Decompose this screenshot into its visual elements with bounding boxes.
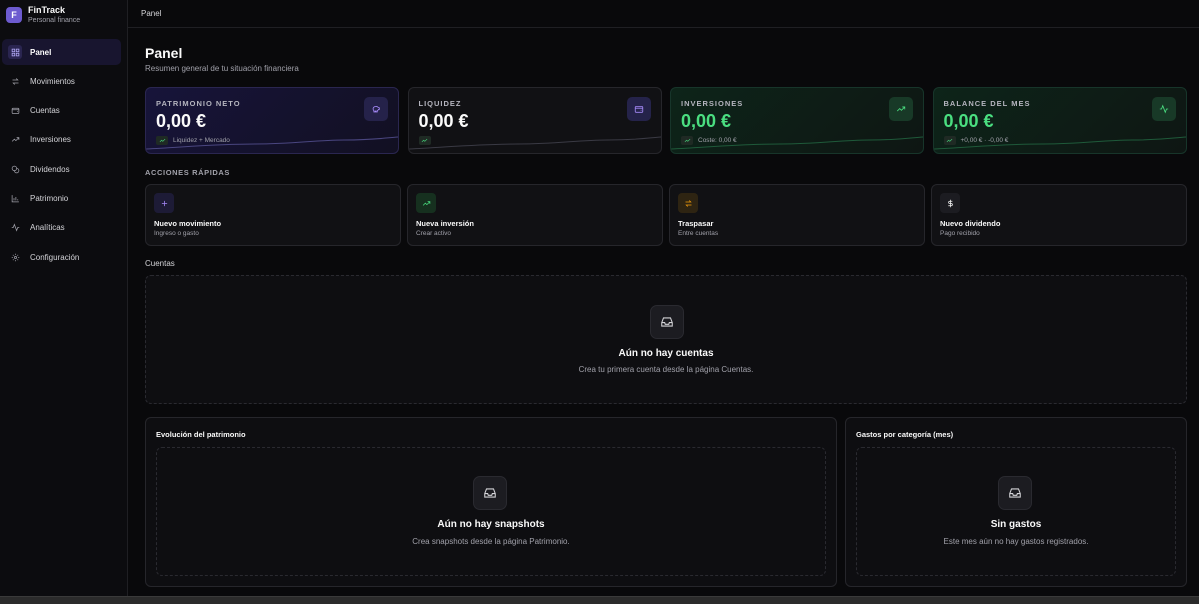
sidebar-item-movimientos[interactable]: Movimientos	[2, 68, 121, 94]
inbox-icon	[650, 305, 684, 339]
sidebar-item-patrimonio[interactable]: Patrimonio	[2, 185, 121, 211]
sparkline	[146, 136, 398, 150]
expenses-panel: Gastos por categoría (mes) Sin gastos Es…	[845, 417, 1187, 587]
brand-name: FinTrack	[28, 5, 66, 15]
sidebar-item-label: Inversiones	[30, 135, 71, 145]
empty-subtitle: Este mes aún no hay gastos registrados.	[943, 537, 1089, 546]
piggy-bank-icon	[364, 97, 388, 121]
quick-action-nuevo-dividendo[interactable]: Nuevo dividendo Pago recibido	[931, 184, 1187, 246]
activity-icon	[1151, 97, 1176, 121]
sidebar-item-label: Configuración	[30, 252, 80, 262]
sparkline	[933, 136, 1186, 150]
trending-up-icon	[10, 135, 20, 145]
quick-action-nueva-inversion[interactable]: Nueva inversión Crear activo	[407, 184, 663, 246]
stat-label: PATRIMONIO NETO	[156, 99, 241, 108]
stat-card-balance-del-mes[interactable]: BALANCE DEL MES 0,00 € +0,00 € · -0,00 €	[932, 87, 1187, 154]
quick-action-traspasar[interactable]: Traspasar Entre cuentas	[669, 184, 925, 246]
net-worth-panel: Evolución del patrimonio Aún no hay snap…	[145, 417, 837, 587]
sidebar-item-label: Analíticas	[30, 223, 65, 233]
empty-title: Aún no hay snapshots	[437, 519, 545, 530]
page-title: Panel	[145, 45, 183, 61]
stat-card-inversiones[interactable]: INVERSIONES 0,00 € Coste: 0,00 €	[670, 87, 924, 154]
accounts-heading: Cuentas	[145, 259, 175, 268]
brand-logo: F	[6, 7, 22, 23]
grid-icon	[8, 45, 22, 59]
breadcrumb: Panel	[141, 9, 162, 18]
expenses-empty-state: Sin gastos Este mes aún no hay gastos re…	[856, 447, 1176, 576]
dollar-icon	[940, 193, 960, 213]
page-subtitle: Resumen general de tu situación financie…	[145, 64, 299, 73]
quick-action-nuevo-movimiento[interactable]: Nuevo movimiento Ingreso o gasto	[145, 184, 401, 246]
activity-icon	[10, 223, 20, 233]
quick-action-subtitle: Ingreso o gasto	[154, 230, 199, 237]
quick-action-title: Nueva inversión	[416, 219, 474, 228]
quick-actions: Nuevo movimiento Ingreso o gasto Nueva i…	[145, 184, 1187, 246]
stat-label: INVERSIONES	[681, 99, 744, 108]
quick-action-title: Traspasar	[678, 219, 714, 228]
wallet-icon	[10, 106, 20, 116]
brand-subtitle: Personal finance	[28, 17, 81, 24]
stat-card-liquidez[interactable]: LIQUIDEZ 0,00 €	[407, 87, 662, 154]
inbox-icon	[998, 476, 1032, 510]
sidebar-item-label: Movimientos	[30, 76, 75, 86]
quick-actions-heading: ACCIONES RÁPIDAS	[145, 168, 231, 177]
sidebar: F FinTrack Personal finance Panel Movimi…	[0, 0, 128, 596]
empty-subtitle: Crea tu primera cuenta desde la página C…	[578, 365, 754, 374]
horizontal-scrollbar[interactable]	[0, 596, 1199, 604]
stat-label: LIQUIDEZ	[418, 99, 462, 108]
sidebar-item-cuentas[interactable]: Cuentas	[2, 98, 121, 124]
stat-card-patrimonio-neto[interactable]: PATRIMONIO NETO 0,00 € Liquidez + Mercad…	[145, 87, 399, 154]
sidebar-item-label: Dividendos	[30, 164, 70, 174]
sidebar-item-inversiones[interactable]: Inversiones	[2, 127, 121, 153]
stat-cards: PATRIMONIO NETO 0,00 € Liquidez + Mercad…	[145, 87, 1187, 154]
quick-action-subtitle: Entre cuentas	[678, 230, 719, 237]
plus-icon	[154, 193, 174, 213]
sidebar-item-analiticas[interactable]: Analíticas	[2, 215, 121, 241]
sidebar-item-label: Patrimonio	[30, 193, 69, 203]
transfer-icon	[678, 193, 698, 213]
empty-title: Sin gastos	[990, 519, 1042, 530]
topbar: Panel	[128, 0, 1199, 28]
quick-action-subtitle: Crear activo	[416, 230, 452, 237]
sparkline	[408, 136, 661, 150]
coins-icon	[10, 164, 20, 174]
sidebar-item-panel[interactable]: Panel	[2, 39, 121, 65]
trending-up-icon	[416, 193, 436, 213]
sparkline	[671, 136, 923, 150]
trending-up-icon	[889, 97, 913, 121]
panel-title: Evolución del patrimonio	[156, 430, 246, 439]
accounts-empty-state: Aún no hay cuentas Crea tu primera cuent…	[145, 275, 1187, 404]
net-worth-empty-state: Aún no hay snapshots Crea snapshots desd…	[156, 447, 826, 576]
sidebar-item-dividendos[interactable]: Dividendos	[2, 156, 121, 182]
panel-title: Gastos por categoría (mes)	[856, 430, 954, 439]
quick-action-title: Nuevo movimiento	[154, 219, 222, 228]
inbox-icon	[473, 476, 507, 510]
gear-icon	[10, 252, 20, 262]
quick-action-title: Nuevo dividendo	[940, 219, 1001, 228]
empty-title: Aún no hay cuentas	[618, 348, 714, 359]
app-shell: F FinTrack Personal finance Panel Movimi…	[0, 0, 1199, 596]
brand[interactable]: F FinTrack Personal finance	[0, 1, 127, 29]
sidebar-item-label: Cuentas	[30, 106, 60, 116]
arrows-icon	[10, 76, 20, 86]
quick-action-subtitle: Pago recibido	[940, 230, 980, 237]
stat-label: BALANCE DEL MES	[943, 99, 1031, 108]
sidebar-item-label: Panel	[30, 47, 52, 57]
bar-chart-icon	[10, 193, 20, 203]
wallet-icon	[626, 97, 651, 121]
sidebar-nav: Panel Movimientos Cuentas Inversiones Di…	[0, 39, 127, 270]
empty-subtitle: Crea snapshots desde la página Patrimoni…	[412, 537, 570, 546]
sidebar-item-configuracion[interactable]: Configuración	[2, 244, 121, 270]
main-area: Panel Panel Resumen general de tu situac…	[128, 0, 1199, 596]
